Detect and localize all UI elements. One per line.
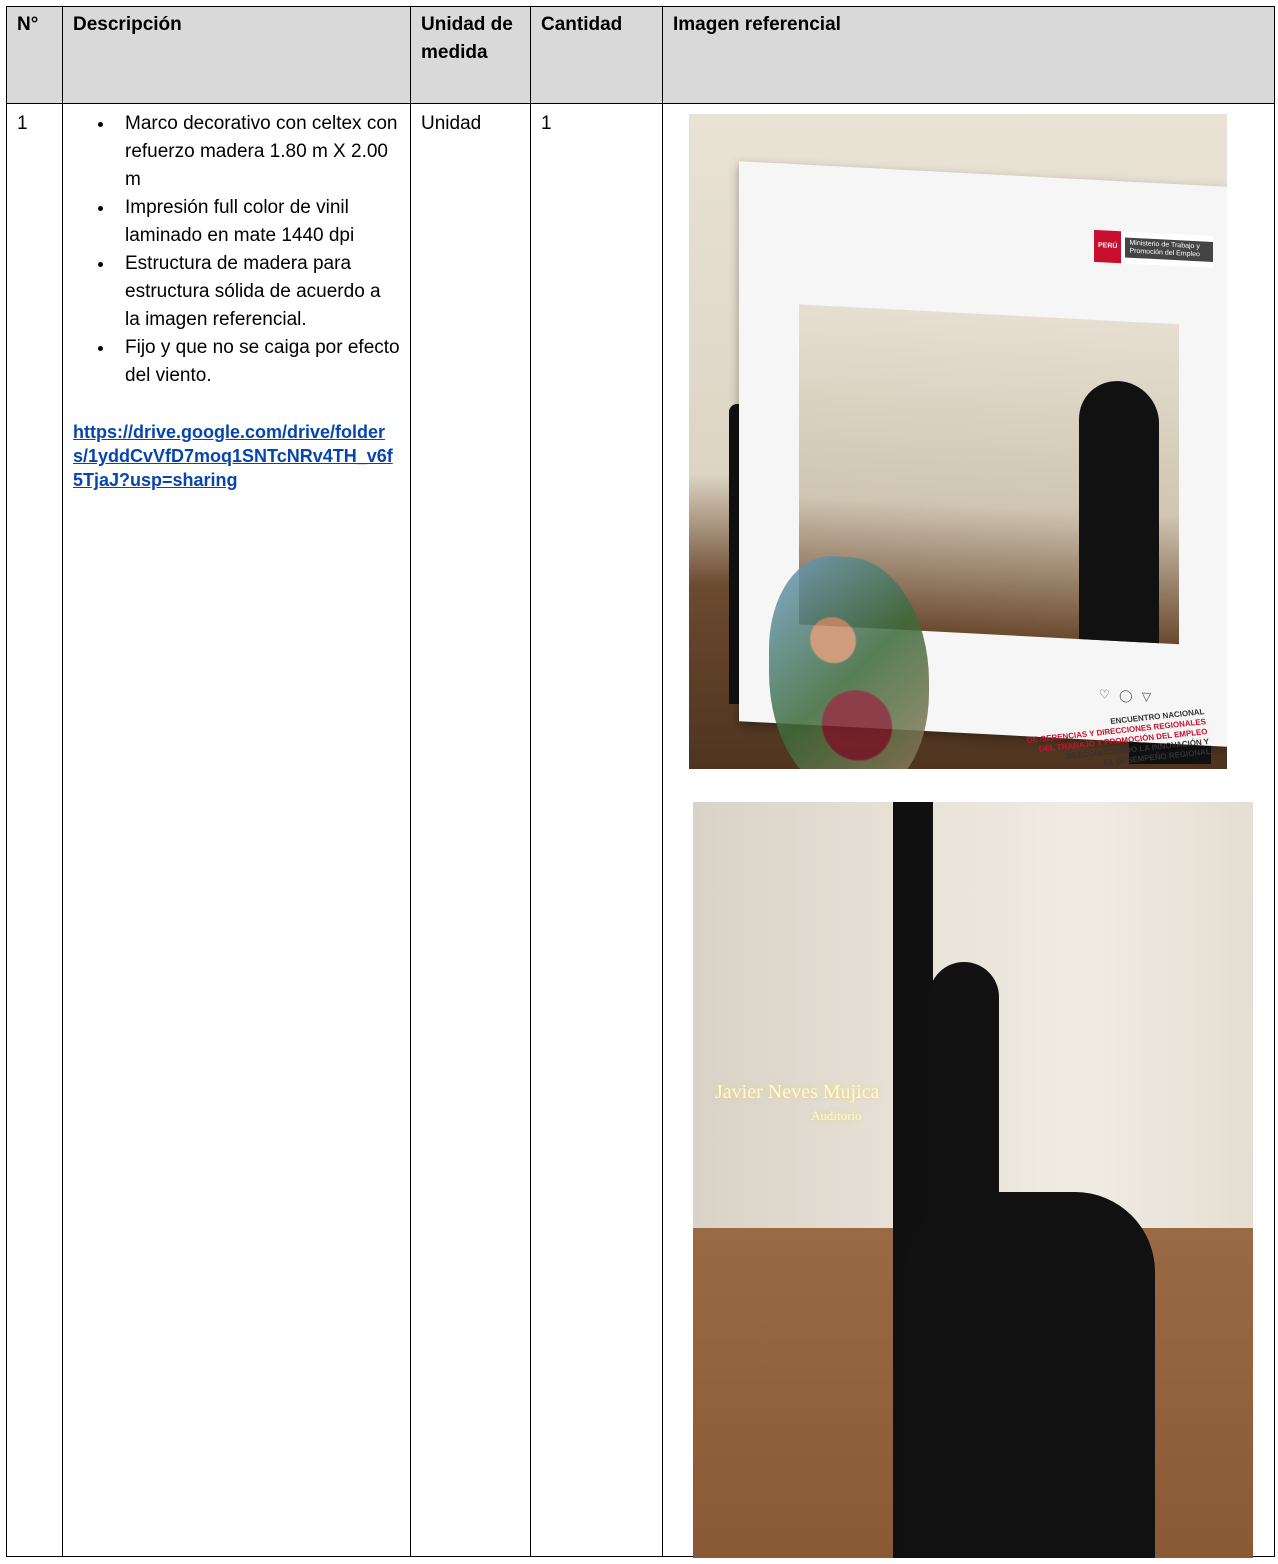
list-item: Impresión full color de vinil laminado e… (115, 194, 400, 250)
header-number: N° (6, 6, 63, 104)
row-unit: Unidad (410, 103, 531, 1557)
specification-table: N° Descripción Unidad de medida Cantidad… (6, 6, 1275, 1558)
list-item: Fijo y que no se caiga por efecto del vi… (115, 334, 400, 390)
drive-link[interactable]: https://drive.google.com/drive/folders/1… (73, 420, 400, 492)
table-row: 1 Marco decorativo con celtex con refuer… (6, 103, 1275, 1558)
ministry-logo: PERÚ Ministerio de Trabajo y Promoción d… (1094, 229, 1214, 269)
reference-photo-frame: PERÚ Ministerio de Trabajo y Promoción d… (689, 114, 1227, 769)
frame-stand-behind (1079, 379, 1159, 644)
stand-front (905, 1192, 1155, 1558)
description-list: Marco decorativo con celtex con refuerzo… (73, 110, 400, 390)
event-title: ENCUENTRO NACIONAL DE GERENCIAS Y DIRECC… (1026, 707, 1212, 768)
auditorium-subtitle: Auditorio (811, 1108, 862, 1123)
header-description: Descripción (62, 6, 411, 104)
row-image: PERÚ Ministerio de Trabajo y Promoción d… (662, 103, 1275, 1558)
reference-photo-stand: Javier Neves Mujica Auditorio (693, 802, 1253, 1558)
list-item: Marco decorativo con celtex con refuerzo… (115, 110, 400, 194)
row-quantity: 1 (530, 103, 663, 1557)
row-number: 1 (6, 103, 63, 1557)
header-unit: Unidad de medida (410, 6, 531, 104)
header-image: Imagen referencial (662, 6, 1275, 104)
header-row: N° Descripción Unidad de medida Cantidad… (6, 6, 1275, 104)
header-quantity: Cantidad (530, 6, 663, 104)
list-item: Estructura de madera para estructura sól… (115, 250, 400, 334)
social-icons: ♡ ◯ ▽ (1099, 687, 1155, 704)
photo-frame-board: PERÚ Ministerio de Trabajo y Promoción d… (739, 161, 1227, 769)
row-description: Marco decorativo con celtex con refuerzo… (62, 103, 411, 1557)
